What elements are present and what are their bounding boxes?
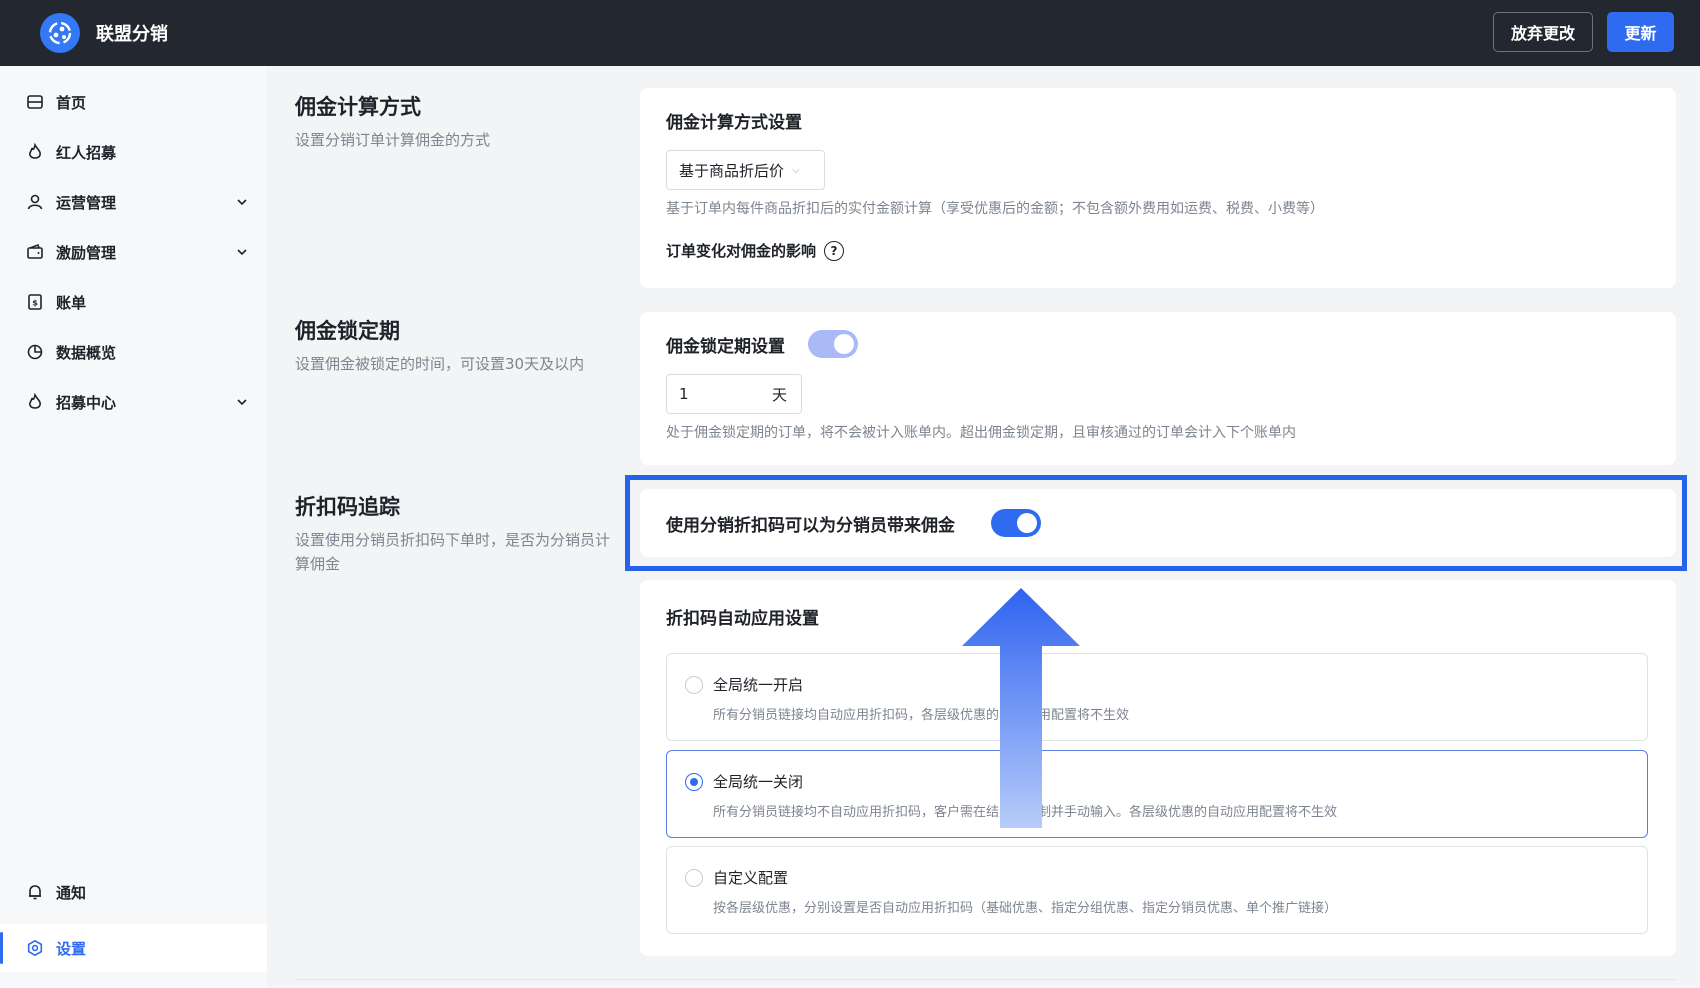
- days-value: 1: [679, 385, 689, 403]
- order-change-impact: 订单变化对佣金的影响 ?: [666, 240, 845, 261]
- bill-icon: $: [26, 293, 44, 311]
- sidebar-item-bills[interactable]: $ 账单: [0, 278, 267, 326]
- option-global-off[interactable]: 全局统一关闭 所有分销员链接均不自动应用折扣码，客户需在结账时复制并手动输入。各…: [666, 750, 1648, 838]
- toggle-knob: [834, 334, 854, 354]
- option-title: 全局统一开启: [713, 676, 804, 694]
- discard-changes-button[interactable]: 放弃更改: [1493, 12, 1593, 52]
- commission-hint: 基于订单内每件商品折扣后的实付金额计算（享受优惠后的金额；不包含额外费用如运费、…: [666, 201, 1324, 217]
- logo-icon: [40, 13, 80, 53]
- chevron-down-icon[interactable]: [236, 196, 248, 208]
- sidebar-item-label: 招募中心: [56, 393, 117, 412]
- sidebar-item-label: 账单: [56, 293, 87, 312]
- wallet-icon: [26, 243, 44, 261]
- pie-chart-icon: [26, 343, 44, 361]
- svg-text:$: $: [32, 299, 38, 308]
- card-title: 佣金锁定期设置: [666, 337, 785, 357]
- chevron-down-icon[interactable]: [236, 396, 248, 408]
- select-value: 基于商品折后价: [679, 161, 785, 180]
- option-title: 自定义配置: [713, 869, 789, 887]
- bell-icon: [26, 883, 44, 901]
- option-custom[interactable]: 自定义配置 按各层级优惠，分别设置是否自动应用折扣码（基础优惠、指定分组优惠、指…: [666, 846, 1648, 934]
- lock-hint: 处于佣金锁定期的订单，将不会被计入账单内。超出佣金锁定期，且审核通过的订单会计入…: [666, 425, 1296, 441]
- sidebar-item-label: 数据概览: [56, 343, 117, 362]
- option-global-on[interactable]: 全局统一开启 所有分销员链接均自动应用折扣码，各层级优惠的自动应用配置将不生效: [666, 653, 1648, 741]
- sidebar-item-settings[interactable]: 设置: [0, 924, 267, 972]
- settings-icon: [26, 939, 44, 957]
- top-bar: 联盟分销 放弃更改 更新: [0, 0, 1700, 66]
- section-desc-lock: 设置佣金被锁定的时间，可设置30天及以内: [295, 355, 585, 373]
- sidebar-item-notifications[interactable]: 通知: [0, 868, 267, 916]
- card-title: 佣金计算方式设置: [666, 113, 802, 133]
- sidebar-item-label: 首页: [56, 93, 87, 112]
- section-desc-discount: 设置使用分销员折扣码下单时，是否为分销员计算佣金: [295, 531, 611, 573]
- bottom-divider: [295, 979, 1676, 980]
- section-desc-commission: 设置分销订单计算佣金的方式: [295, 131, 491, 149]
- radio-button[interactable]: [685, 773, 703, 791]
- update-button[interactable]: 更新: [1607, 12, 1674, 52]
- sidebar-item-home[interactable]: 首页: [0, 78, 267, 126]
- card-title: 折扣码自动应用设置: [666, 609, 819, 629]
- radio-button[interactable]: [685, 869, 703, 887]
- lock-period-card: 佣金锁定期设置 1 天 处于佣金锁定期的订单，将不会被计入账单内。超出佣金锁定期…: [640, 312, 1676, 465]
- chevron-down-icon: ⌵: [792, 164, 800, 176]
- commission-method-select[interactable]: 基于商品折后价 ⌵: [666, 150, 825, 190]
- sidebar-item-label: 激励管理: [56, 243, 117, 262]
- radio-button[interactable]: [685, 676, 703, 694]
- section-title-discount: 折扣码追踪: [295, 495, 400, 519]
- highlight-box: [625, 475, 1687, 571]
- sidebar-item-operations[interactable]: 运营管理: [0, 178, 267, 226]
- sidebar-item-label: 通知: [56, 883, 87, 902]
- active-indicator: [0, 932, 3, 964]
- sidebar-item-incentives[interactable]: 激励管理: [0, 228, 267, 276]
- discount-auto-apply-card: 折扣码自动应用设置 全局统一开启 所有分销员链接均自动应用折扣码，各层级优惠的自…: [640, 580, 1676, 956]
- section-title-commission: 佣金计算方式: [295, 95, 421, 119]
- section-title-lock: 佣金锁定期: [295, 319, 400, 343]
- impact-label: 订单变化对佣金的影响: [666, 242, 817, 260]
- option-desc: 按各层级优惠，分别设置是否自动应用折扣码（基础优惠、指定分组优惠、指定分销员优惠…: [713, 901, 1338, 916]
- sidebar-item-label: 红人招募: [56, 143, 117, 162]
- flame-icon: [26, 143, 44, 161]
- user-icon: [26, 193, 44, 211]
- sidebar-item-label: 运营管理: [56, 193, 117, 212]
- lock-period-toggle[interactable]: [808, 330, 858, 358]
- flame-icon: [26, 393, 44, 411]
- option-title: 全局统一关闭: [713, 773, 804, 791]
- commission-settings-card: 佣金计算方式设置 基于商品折后价 ⌵ 基于订单内每件商品折扣后的实付金额计算（享…: [640, 88, 1676, 288]
- sidebar-item-influencer-recruit[interactable]: 红人招募: [0, 128, 267, 176]
- brand-title: 联盟分销: [96, 24, 168, 45]
- lock-days-input[interactable]: 1 天: [666, 374, 802, 414]
- home-icon: [26, 93, 44, 111]
- sidebar-item-data-overview[interactable]: 数据概览: [0, 328, 267, 376]
- chevron-down-icon[interactable]: [236, 246, 248, 258]
- days-unit: 天: [771, 386, 787, 404]
- sidebar: 首页 红人招募 运营管理 激励管理 $ 账单 数据概览 招募中心 通知 设置: [0, 66, 267, 988]
- sidebar-item-recruit-center[interactable]: 招募中心: [0, 378, 267, 426]
- up-arrow-icon: [962, 588, 1080, 828]
- sidebar-item-label: 设置: [56, 939, 87, 958]
- help-icon[interactable]: ?: [824, 240, 845, 261]
